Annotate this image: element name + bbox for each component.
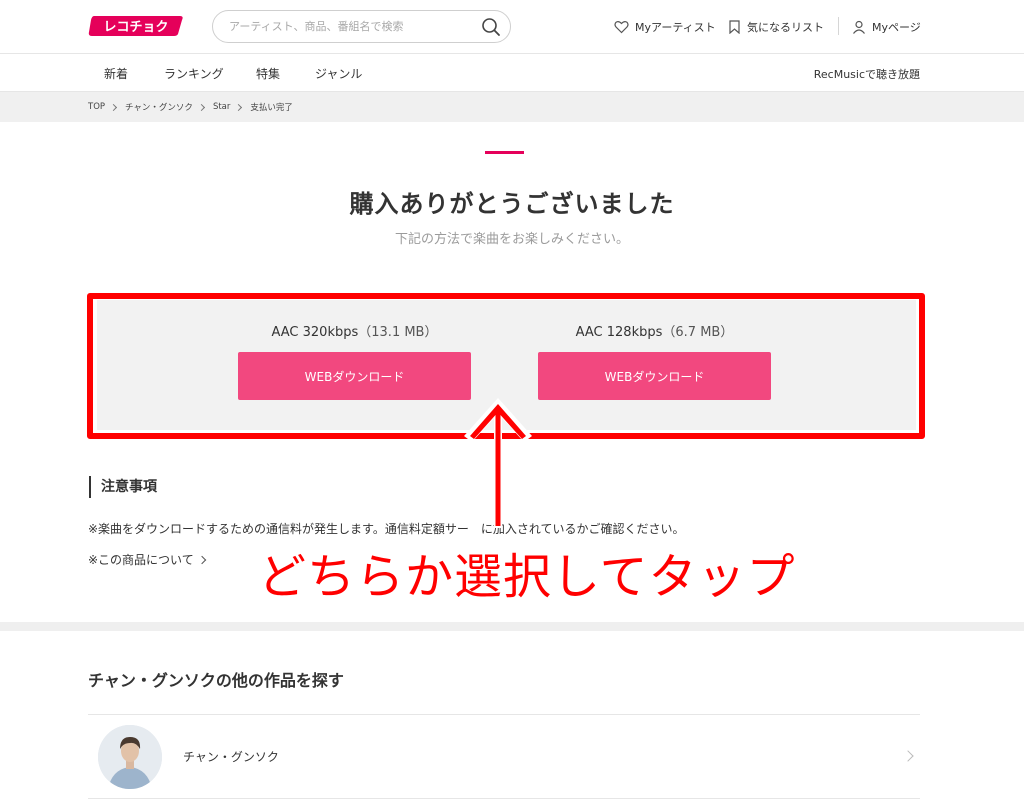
my-artist-label: Myアーティスト <box>635 21 716 34</box>
heart-icon <box>614 21 629 34</box>
nav-new[interactable]: 新着 <box>104 65 128 82</box>
notes-heading: 注意事項 <box>89 476 157 498</box>
breadcrumb-top[interactable]: TOP <box>88 102 105 112</box>
mypage-link[interactable]: Myページ <box>852 17 921 37</box>
logo-text: レコチョク <box>103 20 168 35</box>
breadcrumb-artist[interactable]: チャン・グンソク <box>125 101 193 113</box>
search-box <box>212 10 511 43</box>
user-icon <box>853 20 865 34</box>
wishlist-label: 気になるリスト <box>747 21 824 34</box>
chevron-right-icon <box>197 555 206 564</box>
wishlist-link[interactable]: 気になるリスト <box>728 17 824 37</box>
nav-genre[interactable]: ジャンル <box>315 65 362 82</box>
product-info-link[interactable]: ※この商品について <box>88 551 206 568</box>
nav-feature[interactable]: 特集 <box>256 65 280 82</box>
artist-avatar <box>98 725 162 789</box>
page-title: 購入ありがとうございました <box>349 190 675 218</box>
header-divider <box>838 17 839 35</box>
bookmark-icon <box>729 20 740 34</box>
chevron-right-icon <box>235 103 243 111</box>
my-artist-link[interactable]: Myアーティスト <box>614 17 716 37</box>
artist-name: チャン・グンソク <box>183 750 279 764</box>
related-section-title: チャン・グンソクの他の作品を探す <box>88 671 344 690</box>
product-info-label: ※この商品について <box>88 553 194 567</box>
chevron-right-icon <box>197 103 205 111</box>
annotation-instruction: どちらか選択してタップ <box>258 549 796 605</box>
breadcrumb: TOP チャン・グンソク Star 支払い完了 <box>0 92 1024 122</box>
recmusic-link[interactable]: RecMusicで聴き放題 <box>814 66 920 82</box>
section-divider <box>0 622 1024 631</box>
artist-list-item[interactable]: チャン・グンソク <box>88 715 920 799</box>
breadcrumb-product[interactable]: Star <box>213 102 230 112</box>
note-data-charge: ※楽曲をダウンロードするための通信料が発生します。通信料定額サー に加入されてい… <box>88 522 685 536</box>
chevron-right-icon <box>902 750 914 762</box>
search-icon[interactable] <box>481 17 501 37</box>
chevron-right-icon <box>109 103 118 111</box>
mypage-label: Myページ <box>872 21 921 34</box>
site-header: レコチョク Myアーティスト 気になるリスト Myページ <box>0 0 1024 54</box>
recochoku-logo[interactable]: レコチョク <box>88 14 184 38</box>
page-subtitle: 下記の方法で楽曲をお楽しみください。 <box>394 232 629 247</box>
search-input[interactable] <box>229 11 474 42</box>
breadcrumb-current: 支払い完了 <box>250 103 293 113</box>
title-accent-line <box>485 151 524 154</box>
category-nav: 新着 ランキング 特集 ジャンル RecMusicで聴き放題 <box>0 54 1024 92</box>
nav-ranking[interactable]: ランキング <box>164 65 224 82</box>
annotation-arrow-up-icon <box>464 398 532 528</box>
